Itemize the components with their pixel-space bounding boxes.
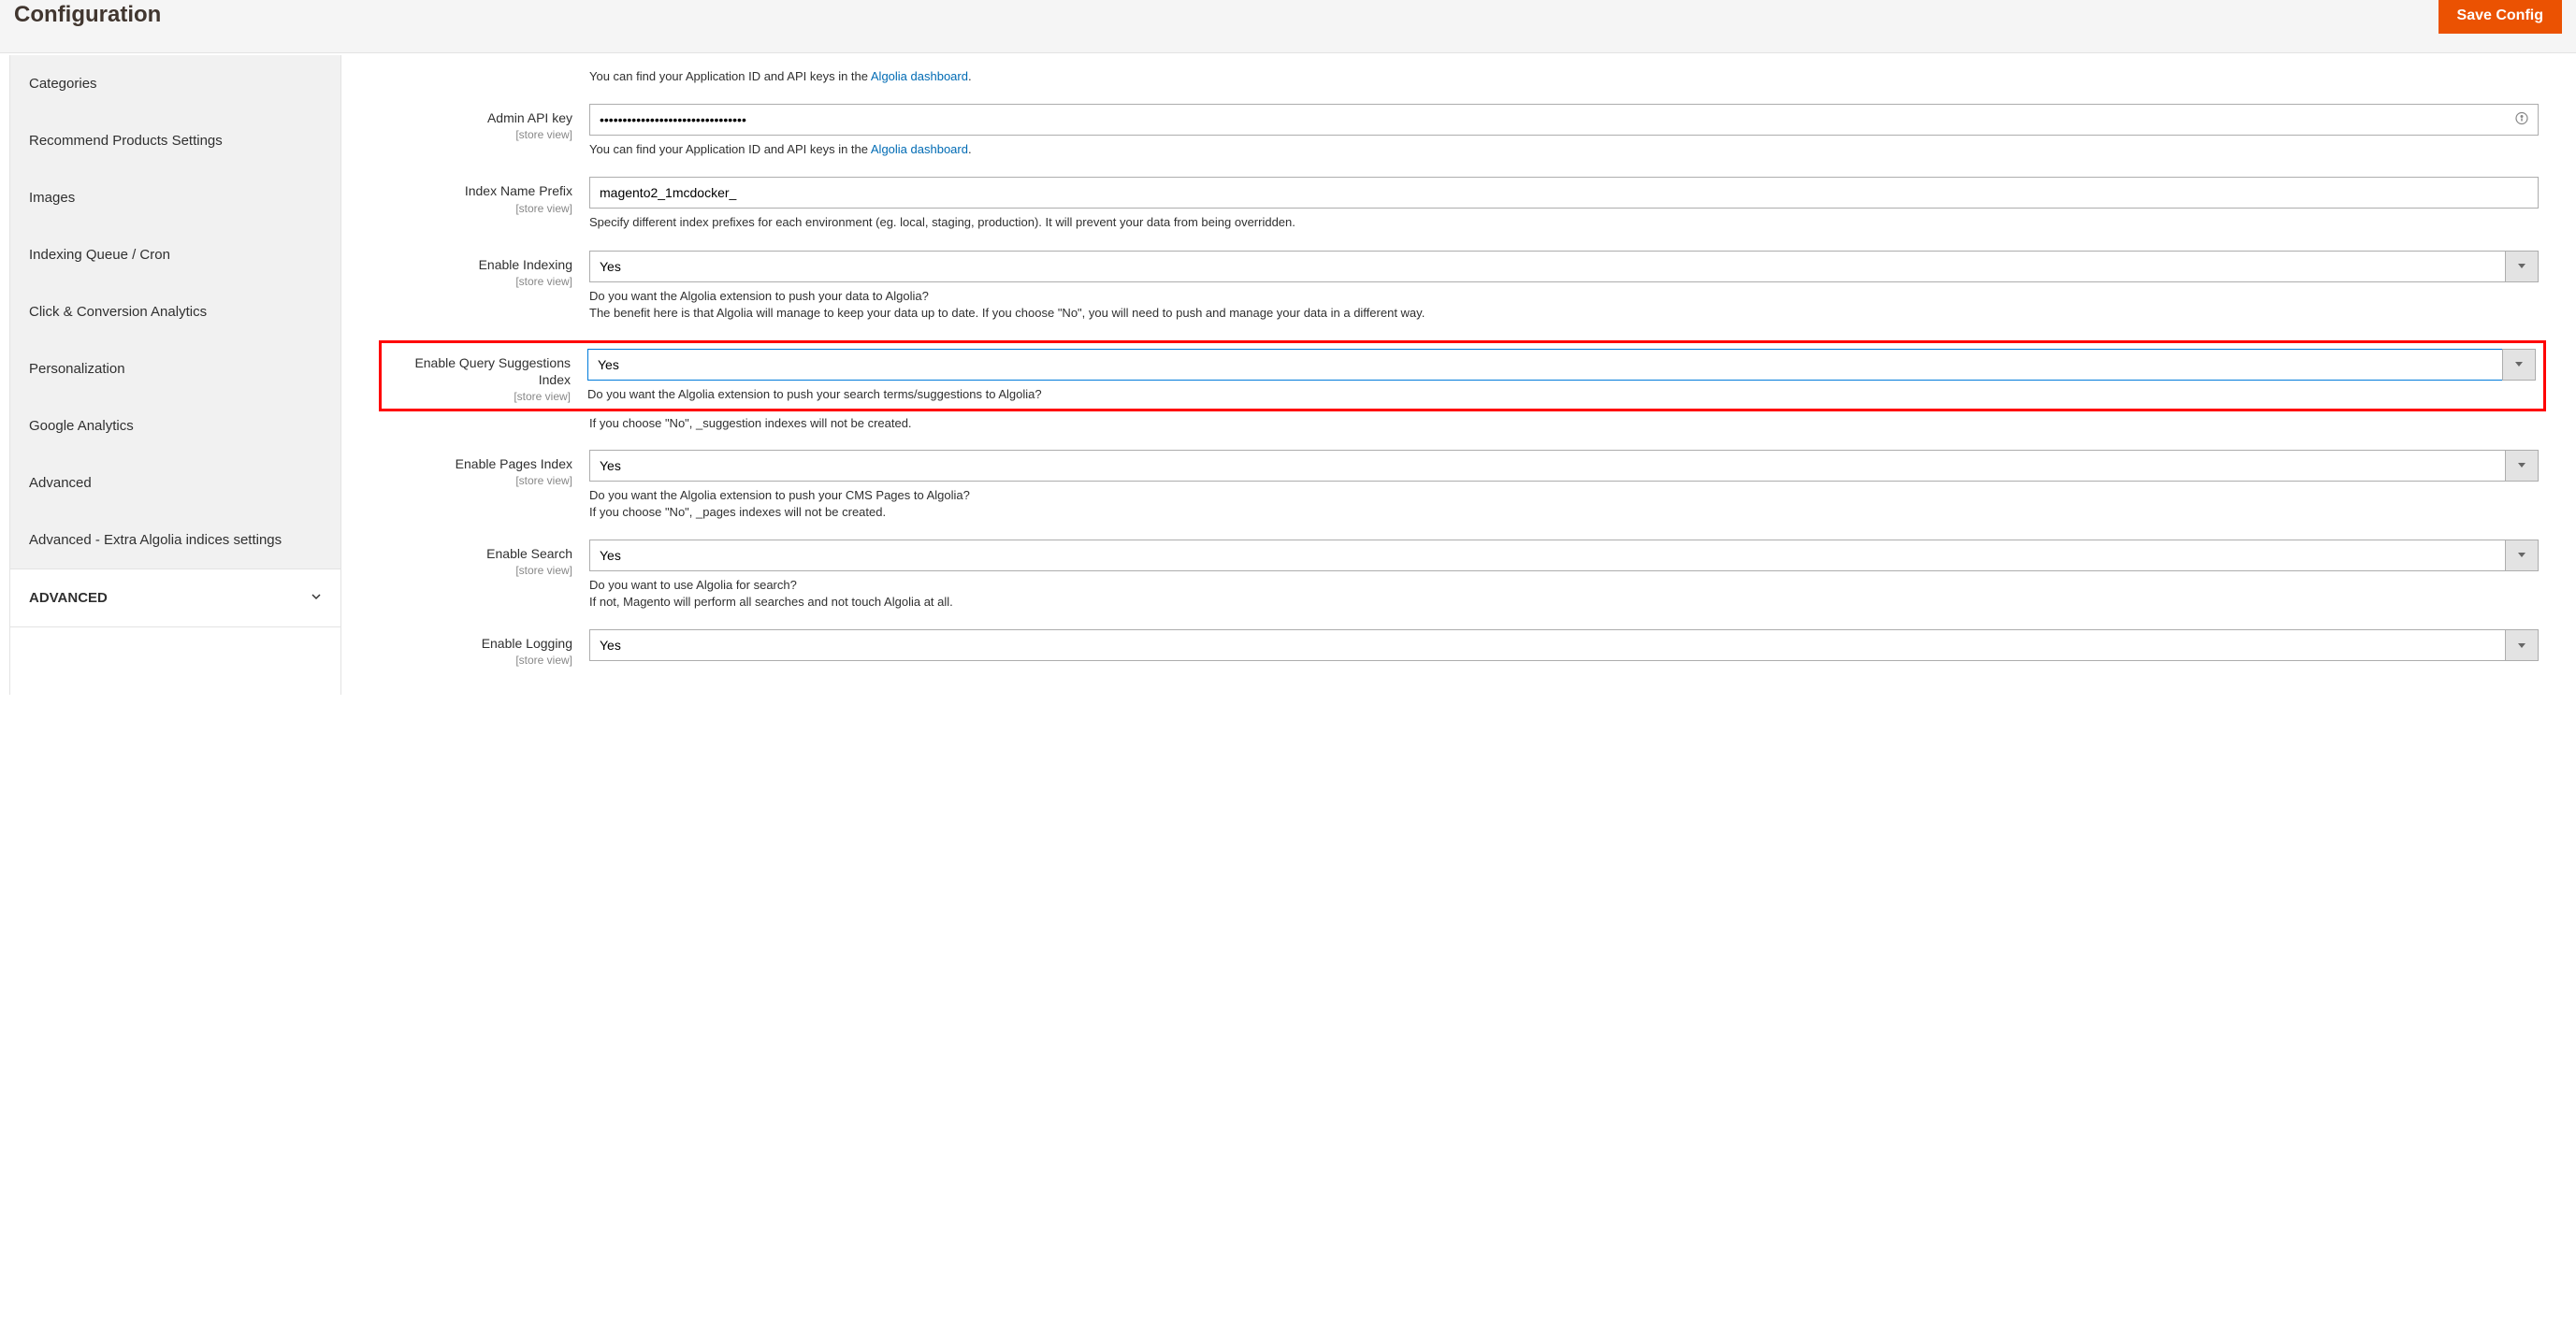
sidebar-item-images[interactable]: Images: [10, 169, 340, 226]
scope-label: [store view]: [388, 474, 572, 487]
scope-label: [store view]: [388, 202, 572, 215]
admin-api-label: Admin API key: [487, 110, 572, 125]
pages-label: Enable Pages Index: [456, 456, 572, 471]
field-index-prefix: Index Name Prefix [store view] Specify d…: [388, 177, 2539, 231]
indexing-help1: Do you want the Algolia extension to pus…: [589, 288, 2539, 305]
field-enable-indexing: Enable Indexing [store view] Yes Do you …: [388, 251, 2539, 322]
sidebar-item-indexing-queue[interactable]: Indexing Queue / Cron: [10, 226, 340, 283]
search-label: Enable Search: [486, 546, 572, 561]
content-area: You can find your Application ID and API…: [341, 53, 2567, 695]
field-admin-api-key: Admin API key [store view] You can find …: [388, 104, 2539, 158]
prefix-help: Specify different index prefixes for eac…: [589, 214, 2539, 231]
scope-label: [store view]: [388, 654, 572, 667]
sidebar-section-advanced[interactable]: ADVANCED: [10, 568, 340, 627]
algolia-dashboard-link-2[interactable]: Algolia dashboard: [871, 142, 968, 156]
sidebar-section-label: ADVANCED: [29, 590, 108, 606]
logging-label: Enable Logging: [482, 636, 572, 651]
highlight-box: Enable Query Suggestions Index [store vi…: [379, 340, 2546, 411]
sidebar-item-google-analytics[interactable]: Google Analytics: [10, 397, 340, 454]
field-enable-logging: Enable Logging [store view] Yes: [388, 629, 2539, 667]
enable-pages-select[interactable]: Yes: [589, 450, 2539, 482]
indexing-help2: The benefit here is that Algolia will ma…: [589, 305, 2539, 322]
search-help1: Do you want to use Algolia for search?: [589, 577, 2539, 594]
sidebar-item-analytics[interactable]: Click & Conversion Analytics: [10, 283, 340, 340]
password-reveal-icon[interactable]: [2514, 111, 2529, 129]
suggestions-help1: Do you want the Algolia extension to pus…: [587, 386, 2536, 403]
sidebar-item-recommend[interactable]: Recommend Products Settings: [10, 112, 340, 169]
suggestions-help2: If you choose "No", _suggestion indexes …: [589, 415, 2539, 432]
pages-help2: If you choose "No", _pages indexes will …: [589, 504, 2539, 521]
scope-label: [store view]: [386, 390, 571, 403]
admin-api-key-input[interactable]: [589, 104, 2539, 136]
sidebar-item-advanced[interactable]: Advanced: [10, 454, 340, 511]
page-title: Configuration: [14, 0, 161, 28]
chevron-down-icon: [311, 590, 322, 606]
scope-label: [store view]: [388, 564, 572, 577]
admin-api-help: You can find your Application ID and API…: [589, 141, 2539, 158]
main-container: Categories Recommend Products Settings I…: [0, 53, 2576, 695]
sidebar: Categories Recommend Products Settings I…: [9, 55, 341, 695]
enable-search-select[interactable]: Yes: [589, 540, 2539, 571]
search-help2: If not, Magento will perform all searche…: [589, 594, 2539, 611]
scope-label: [store view]: [388, 275, 572, 288]
sidebar-item-extra-algolia[interactable]: Advanced - Extra Algolia indices setting…: [10, 511, 340, 568]
index-prefix-input[interactable]: [589, 177, 2539, 209]
enable-suggestions-select[interactable]: Yes: [587, 349, 2536, 381]
prefix-label: Index Name Prefix: [465, 183, 572, 198]
field-enable-search: Enable Search [store view] Yes Do you wa…: [388, 540, 2539, 611]
save-config-button[interactable]: Save Config: [2439, 0, 2562, 34]
field-pages-index: Enable Pages Index [store view] Yes Do y…: [388, 450, 2539, 521]
indexing-label: Enable Indexing: [479, 257, 572, 272]
pages-help1: Do you want the Algolia extension to pus…: [589, 487, 2539, 504]
sidebar-item-categories[interactable]: Categories: [10, 55, 340, 112]
sidebar-item-personalization[interactable]: Personalization: [10, 340, 340, 397]
page-header: Configuration Save Config: [0, 0, 2576, 53]
app-id-help: You can find your Application ID and API…: [589, 68, 2539, 85]
algolia-dashboard-link[interactable]: Algolia dashboard: [871, 69, 968, 83]
suggestions-label: Enable Query Suggestions Index: [414, 355, 571, 387]
field-query-suggestions: Enable Query Suggestions Index [store vi…: [386, 349, 2536, 403]
enable-logging-select[interactable]: Yes: [589, 629, 2539, 661]
enable-indexing-select[interactable]: Yes: [589, 251, 2539, 282]
scope-label: [store view]: [388, 128, 572, 141]
